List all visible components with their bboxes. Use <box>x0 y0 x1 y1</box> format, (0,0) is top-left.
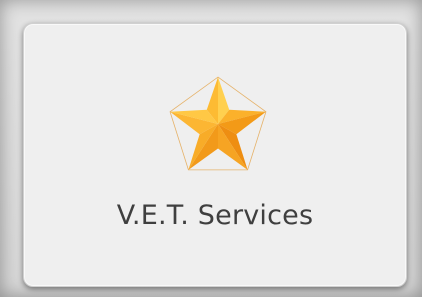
vet-services-tile[interactable]: V.E.T. Services <box>23 23 407 287</box>
tile-frame: V.E.T. Services <box>0 0 422 297</box>
star-icon <box>167 75 269 173</box>
tile-label: V.E.T. Services <box>116 200 314 231</box>
